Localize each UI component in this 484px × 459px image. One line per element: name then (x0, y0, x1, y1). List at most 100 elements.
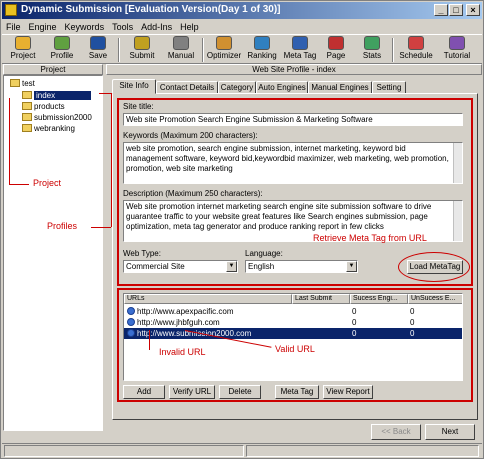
ie-icon (127, 307, 135, 315)
url-list[interactable]: URLs Last Submit Sucess Engi... UnSucess… (123, 293, 463, 381)
annotation-invalid-url: Invalid URL (159, 347, 206, 357)
menu-keywords[interactable]: Keywords (61, 20, 109, 34)
url-text: http://www.apexpacific.com (137, 307, 234, 316)
tutorial-button[interactable]: Tutorial (438, 36, 476, 64)
metatag-icon (292, 36, 308, 50)
stats-icon (364, 36, 380, 50)
menu-add-ins[interactable]: Add-Ins (137, 20, 176, 34)
menu-bar: File Engine Keywords Tools Add-Ins Help (2, 20, 482, 34)
tree-item-webranking[interactable]: webranking (22, 123, 75, 134)
verify-url-button[interactable]: Verify URL (169, 385, 215, 399)
project-tree[interactable]: test index products submission2000 webra… (3, 75, 103, 431)
table-row[interactable]: http://www.submission2000.com 0 0 (124, 328, 462, 339)
tree-item-submission2000[interactable]: submission2000 (22, 112, 92, 123)
ranking-button[interactable]: Ranking (244, 36, 280, 64)
web-type-value: Commercial Site (126, 262, 185, 271)
table-row[interactable]: http://www.apexpacific.com 0 0 (124, 306, 462, 317)
chevron-down-icon[interactable]: ▼ (226, 261, 237, 272)
profile-icon (54, 36, 70, 50)
view-report-button[interactable]: View Report (323, 385, 373, 399)
col-last-submit[interactable]: Last Submit (292, 294, 350, 304)
chevron-down-icon[interactable]: ▼ (346, 261, 357, 272)
project-pointer-line (9, 98, 10, 184)
project-pointer-line (9, 184, 29, 185)
description-text: Web site promotion internet marketing se… (126, 202, 432, 231)
minimize-button[interactable]: _ (434, 4, 448, 16)
toolbar-separator (202, 38, 204, 62)
app-icon (5, 4, 17, 16)
annotation-valid-url: Valid URL (275, 344, 315, 354)
save-button[interactable]: Save (82, 36, 114, 64)
unsuccess-count: 0 (410, 318, 415, 327)
tutorial-icon (449, 36, 465, 50)
annotation-profiles: Profiles (47, 221, 78, 231)
tree-root[interactable]: test (10, 78, 35, 89)
tree-item-index[interactable]: index (22, 90, 92, 101)
add-url-button[interactable]: Add (123, 385, 165, 399)
tree-item-products[interactable]: products (22, 101, 65, 112)
submit-button[interactable]: Submit (124, 36, 160, 64)
menu-tools[interactable]: Tools (108, 20, 137, 34)
tab-site-info[interactable]: Site Info (112, 79, 156, 94)
page-button[interactable]: Page (322, 36, 350, 64)
keywords-scrollbar[interactable] (453, 143, 462, 183)
schedule-icon (408, 36, 424, 50)
window-title: Dynamic Submission [Evaluation Version(D… (21, 4, 281, 15)
col-success-engines[interactable]: Sucess Engi... (350, 294, 408, 304)
stats-button[interactable]: Stats (358, 36, 386, 64)
maximize-button[interactable]: □ (449, 4, 463, 16)
col-urls[interactable]: URLs (124, 294, 292, 304)
menu-help[interactable]: Help (176, 20, 203, 34)
unsuccess-count: 0 (410, 329, 415, 338)
manual-button[interactable]: Manual (162, 36, 200, 64)
success-count: 0 (352, 307, 357, 316)
invalid-pointer-line (149, 330, 150, 350)
load-metatag-highlight (398, 252, 470, 282)
language-value: English (248, 262, 275, 271)
web-type-label: Web Type: (123, 249, 161, 258)
profile-button[interactable]: Profile (44, 36, 80, 64)
keywords-label: Keywords (Maximum 200 characters): (123, 131, 258, 140)
status-segment (4, 445, 244, 457)
toolbar: Project Profile Save Submit Manual Optim… (2, 34, 482, 64)
manual-icon (173, 36, 189, 50)
next-button[interactable]: Next (425, 424, 475, 440)
site-title-input[interactable]: Web site Promotion Search Engine Submiss… (123, 113, 463, 126)
success-count: 0 (352, 318, 357, 327)
ranking-icon (254, 36, 270, 50)
project-button[interactable]: Project (4, 36, 42, 64)
back-button[interactable]: << Back (371, 424, 421, 440)
save-icon (90, 36, 106, 50)
folder-icon (22, 124, 32, 132)
title-bar: Dynamic Submission [Evaluation Version(D… (2, 2, 482, 19)
success-count: 0 (352, 329, 357, 338)
toolbar-separator (392, 38, 394, 62)
meta-tag-button[interactable]: Meta Tag (282, 36, 318, 64)
description-scrollbar[interactable] (453, 201, 462, 241)
keywords-text: web site promotion, search engine submis… (126, 144, 449, 173)
folder-icon (22, 113, 32, 121)
description-label: Description (Maximum 250 characters): (123, 189, 263, 198)
col-unsuccess-engines[interactable]: UnSucess E... (408, 294, 462, 304)
profiles-bracket (99, 93, 111, 94)
ie-icon (127, 329, 135, 337)
submit-icon (134, 36, 150, 50)
meta-tag-url-button[interactable]: Meta Tag (275, 385, 319, 399)
keywords-input[interactable]: web site promotion, search engine submis… (123, 142, 463, 184)
menu-file[interactable]: File (2, 20, 25, 34)
profile-panel-header: Web Site Profile - index (106, 64, 482, 75)
status-segment (246, 445, 479, 457)
unsuccess-count: 0 (410, 307, 415, 316)
site-info-tab-body: Site title: Web site Promotion Search En… (112, 93, 478, 420)
web-type-select[interactable]: Commercial Site ▼ (123, 260, 238, 273)
menu-engine[interactable]: Engine (25, 20, 61, 34)
close-button[interactable]: × (466, 4, 480, 16)
page-icon (328, 36, 344, 50)
schedule-button[interactable]: Schedule (396, 36, 436, 64)
delete-url-button[interactable]: Delete (219, 385, 261, 399)
language-select[interactable]: English ▼ (245, 260, 358, 273)
optimizer-button[interactable]: Optimizer (206, 36, 242, 64)
annotation-project: Project (33, 178, 62, 188)
folder-icon (22, 91, 32, 99)
table-row[interactable]: http://www.jhbfguh.com 0 0 (124, 317, 462, 328)
